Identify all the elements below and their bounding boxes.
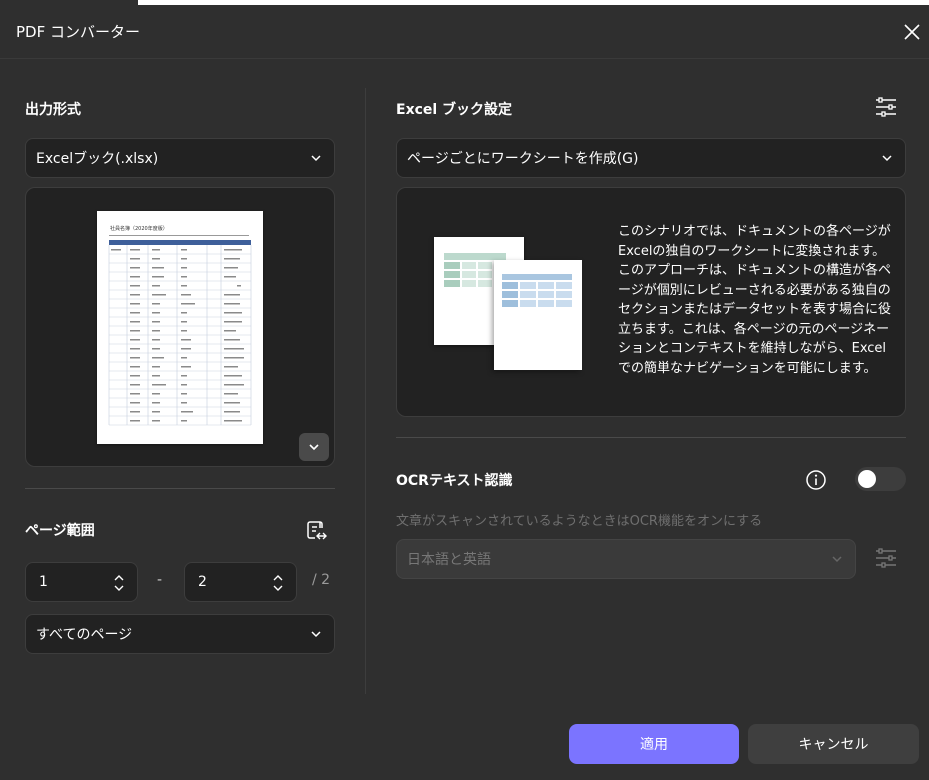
ocr-language-select[interactable]: 日本語と英語: [396, 539, 856, 579]
page-from-input[interactable]: 1: [25, 562, 138, 602]
page-from-stepper[interactable]: [113, 571, 125, 595]
chevron-down-icon: [882, 155, 892, 162]
ocr-toggle-knob: [858, 470, 876, 488]
output-format-value: Excelブック(.xlsx): [36, 151, 159, 167]
page-total: / 2: [312, 572, 331, 588]
header-divider: [0, 58, 929, 59]
page-thumbnail: 社員名簿（2020年度版）: [97, 211, 263, 444]
mode-description-panel: このシナリオでは、ドキュメントの各ページがExcelの独自のワークシートに変換さ…: [396, 187, 906, 417]
page-scope-value: すべてのページ: [36, 627, 133, 643]
chevron-down-icon: [309, 444, 319, 451]
output-format-select[interactable]: Excelブック(.xlsx): [25, 138, 335, 178]
page-to-input[interactable]: 2: [184, 562, 297, 602]
ocr-language-value: 日本語と英語: [407, 552, 491, 568]
cancel-button[interactable]: キャンセル: [748, 724, 919, 764]
ocr-toggle[interactable]: [855, 467, 906, 491]
apply-button[interactable]: 適用: [569, 724, 739, 764]
column-divider: [365, 88, 366, 694]
info-icon[interactable]: [805, 469, 827, 491]
worksheet-illustration-front: [494, 260, 582, 370]
page-range-label: ページ範囲: [25, 523, 95, 539]
window-title: PDF コンバーター: [16, 23, 140, 41]
excel-settings-label: Excel ブック設定: [396, 102, 513, 118]
expand-preview-button[interactable]: [299, 433, 329, 461]
settings-sliders-icon[interactable]: [874, 546, 898, 570]
worksheet-mode-select[interactable]: ページごとにワークシートを作成(G): [396, 138, 906, 178]
page-to-value: 2: [198, 574, 207, 590]
page-preview: 社員名簿（2020年度版）: [25, 187, 335, 467]
chevron-down-icon: [311, 631, 321, 638]
top-highlight-bar: [138, 0, 929, 5]
thumbnail-table: [108, 235, 252, 426]
chevron-down-icon: [832, 556, 842, 563]
worksheet-mode-value: ページごとにワークシートを作成(G): [407, 151, 639, 167]
page-from-value: 1: [39, 574, 48, 590]
ocr-hint-text: 文章がスキャンされているようなときはOCR機能をオンにする: [396, 514, 763, 529]
page-range-icon[interactable]: [303, 517, 329, 543]
close-icon[interactable]: [900, 20, 924, 44]
page-to-stepper[interactable]: [272, 571, 284, 595]
page-scope-select[interactable]: すべてのページ: [25, 614, 335, 654]
settings-sliders-icon[interactable]: [874, 95, 898, 119]
range-separator: -: [157, 572, 163, 588]
worksheet-grid-blue: [502, 274, 572, 307]
chevron-down-icon: [311, 155, 321, 162]
output-format-label: 出力形式: [25, 102, 81, 118]
right-divider: [396, 437, 906, 438]
ocr-label: OCRテキスト認識: [396, 473, 513, 489]
mode-description-text: このシナリオでは、ドキュメントの各ページがExcelの独自のワークシートに変換さ…: [618, 224, 892, 376]
left-divider: [25, 488, 335, 489]
